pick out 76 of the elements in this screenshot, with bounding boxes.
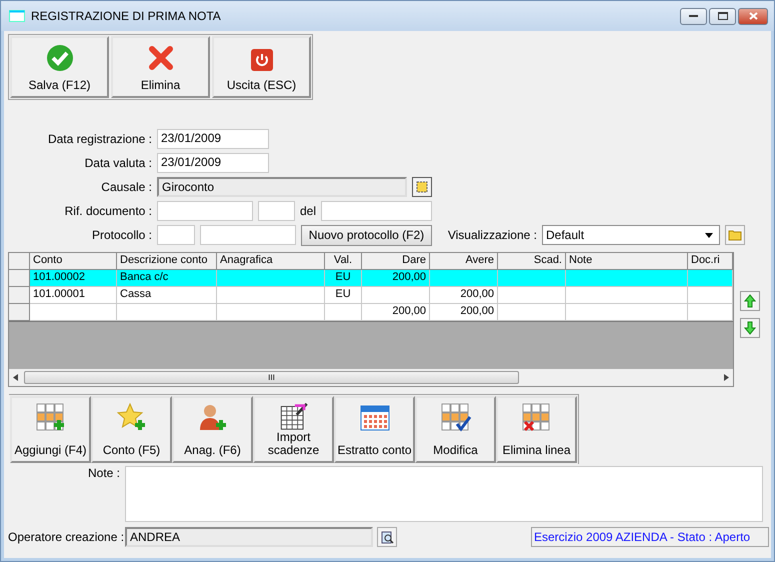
search-icon	[380, 530, 394, 544]
toolbar-button[interactable]: Elimina	[111, 36, 210, 98]
horizontal-scrollbar[interactable]: III	[9, 369, 733, 386]
input-field[interactable]	[321, 201, 432, 221]
folder-icon	[728, 229, 742, 241]
close-button[interactable]	[738, 8, 768, 24]
column-header[interactable]: Note	[566, 253, 688, 270]
field-label: Protocollo :	[90, 228, 152, 242]
causale-field[interactable]: Giroconto	[157, 177, 407, 197]
action-button[interactable]: Conto (F5)	[91, 396, 172, 463]
move-up-button[interactable]	[740, 291, 760, 311]
column-header[interactable]: Descrizione conto	[117, 253, 217, 270]
action-button[interactable]: Import scadenze	[253, 396, 334, 463]
row-header[interactable]	[9, 287, 30, 304]
column-header[interactable]: Avere	[430, 253, 498, 270]
column-header[interactable]: Val.	[325, 253, 362, 270]
column-header[interactable]: Scad.	[498, 253, 566, 270]
nuovo-protocollo-button[interactable]: Nuovo protocollo (F2)	[301, 224, 432, 246]
window-icon	[9, 10, 25, 22]
grid-row[interactable]: 101.00001 Cassa EU 200,00	[9, 287, 733, 304]
action-button[interactable]: Estratto conto	[334, 396, 415, 463]
folder-button[interactable]	[725, 225, 745, 245]
checkmark-icon	[46, 44, 74, 72]
scroll-thumb[interactable]: III	[24, 371, 519, 384]
move-down-button[interactable]	[740, 318, 760, 338]
date-field[interactable]: 23/01/2009	[157, 153, 269, 173]
field-label: Visualizzazione :	[446, 228, 537, 242]
toolbar-button[interactable]: Salva (F12)	[10, 36, 109, 98]
maximize-button[interactable]	[709, 8, 736, 24]
grid-row[interactable]: 200,00 200,00	[9, 304, 733, 321]
note-field[interactable]	[125, 466, 763, 522]
action-button[interactable]: Aggiungi (F4)	[10, 396, 91, 463]
field-label: del	[300, 204, 316, 218]
field-label: Note :	[86, 466, 120, 482]
window-title: REGISTRAZIONE DI PRIMA NOTA	[31, 9, 222, 23]
toolbar-button[interactable]: Uscita (ESC)	[212, 36, 311, 98]
arrow-up-icon	[744, 294, 756, 308]
view-dropdown[interactable]: Default	[542, 225, 720, 245]
row-header[interactable]	[9, 304, 30, 321]
field-label: Causale :	[100, 180, 152, 194]
minimize-button[interactable]	[680, 8, 707, 24]
action-button[interactable]: Modifica	[415, 396, 496, 463]
field-label: Rif. documento :	[64, 204, 152, 218]
maximize-icon	[718, 12, 728, 20]
column-header[interactable]: Conto	[30, 253, 117, 270]
input-field[interactable]	[157, 201, 253, 221]
grid-check-icon	[440, 402, 472, 434]
column-header[interactable]: Anagrafica	[217, 253, 325, 270]
scroll-right-icon[interactable]	[724, 374, 729, 381]
field-label: Operatore creazione :	[8, 530, 121, 544]
operator-field[interactable]: ANDREA	[125, 527, 373, 547]
cross-icon	[146, 44, 174, 72]
field-label: Data valuta :	[84, 156, 152, 170]
input-field[interactable]	[157, 225, 195, 245]
power-icon	[250, 48, 274, 72]
column-header[interactable]: Doc.ri	[688, 253, 733, 270]
status-text: Esercizio 2009 AZIENDA - Stato : Aperto	[531, 527, 769, 547]
scroll-left-icon[interactable]	[13, 374, 18, 381]
lookup-button[interactable]	[412, 177, 432, 197]
caret-icon	[705, 232, 713, 238]
grid-row[interactable]: 101.00002 Banca c/c EU 200,00	[9, 270, 733, 287]
field-label: Data registrazione :	[46, 132, 152, 146]
row-header[interactable]	[9, 253, 30, 270]
search-button[interactable]	[377, 527, 397, 547]
note-icon	[416, 181, 428, 193]
arrow-down-icon	[744, 321, 756, 335]
row-header[interactable]	[9, 270, 30, 287]
input-field[interactable]	[200, 225, 296, 245]
column-header[interactable]: Dare	[362, 253, 430, 270]
grid-delete-icon	[520, 402, 552, 434]
date-field[interactable]: 23/01/2009	[157, 129, 269, 149]
action-button[interactable]: Elimina linea	[496, 396, 577, 463]
close-icon	[748, 12, 758, 20]
action-button[interactable]: Anag. (F6)	[172, 396, 253, 463]
minimize-icon	[689, 14, 698, 18]
input-field[interactable]	[258, 201, 295, 221]
